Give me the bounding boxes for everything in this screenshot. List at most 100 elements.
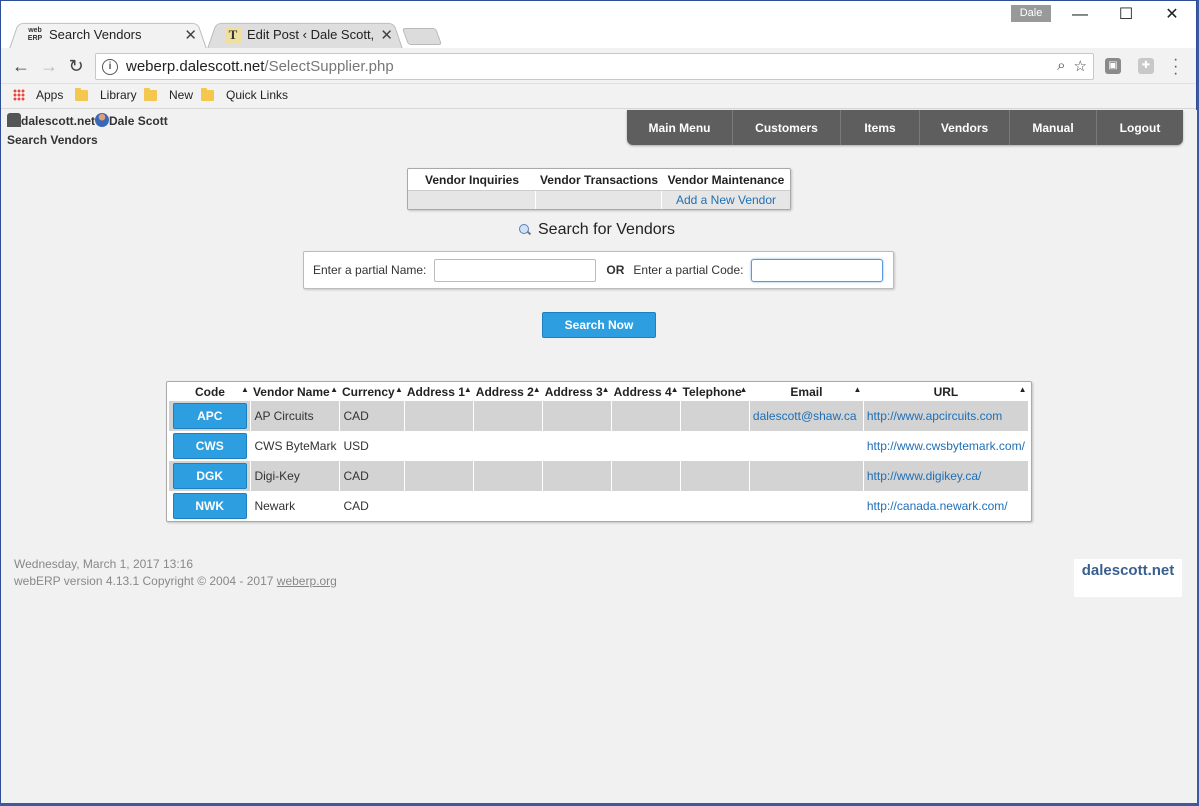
tab-title: Search Vendors <box>49 27 142 42</box>
vendor-url-link[interactable]: http://www.digikey.ca/ <box>867 469 982 483</box>
nav-items[interactable]: Items <box>841 110 920 145</box>
footer-version: webERP version 4.13.1 Copyright © 2004 -… <box>14 574 337 588</box>
vendor-url-link[interactable]: http://www.apcircuits.com <box>867 409 1002 423</box>
bookmark-quick-links[interactable]: Quick Links <box>201 87 289 102</box>
search-title-text: Search for Vendors <box>538 221 675 238</box>
url-host: weberp.dalescott.net <box>126 58 265 75</box>
vendor-code-button[interactable]: APC <box>172 403 247 429</box>
search-title: Search for Vendors <box>519 221 675 239</box>
col-vendor-name[interactable]: Vendor Name ▲ <box>251 382 340 401</box>
main-nav: Main Menu Customers Items Vendors Manual… <box>627 110 1183 145</box>
bookmark-library[interactable]: Library <box>75 87 137 102</box>
bookmarks-bar: Apps Library New Quick Links <box>1 84 1196 109</box>
page-footer: Wednesday, March 1, 2017 13:16 webERP ve… <box>14 556 337 590</box>
extension-icon[interactable]: ✚ <box>1138 58 1154 74</box>
address-bar[interactable]: i weberp.dalescott.net/SelectSupplier.ph… <box>95 53 1094 80</box>
partial-name-input[interactable] <box>434 258 597 282</box>
table-row: NWK Newark CAD http://canada.newark.com/ <box>169 491 1030 521</box>
company-name[interactable]: dalescott.net <box>21 114 95 128</box>
vendor-name: AP Circuits <box>250 401 341 431</box>
submenu-header-inquiries: Vendor Inquiries <box>424 172 520 187</box>
nav-logout[interactable]: Logout <box>1097 110 1183 145</box>
maximize-icon[interactable]: ☐ <box>1103 4 1149 26</box>
info-icon[interactable]: i <box>102 58 118 75</box>
bookmark-star-icon[interactable]: ☆ <box>1074 57 1087 75</box>
col-telephone[interactable]: Telephone ▲ <box>681 382 750 401</box>
nav-customers[interactable]: Customers <box>733 110 841 145</box>
vendor-code-button[interactable]: NWK <box>172 493 247 519</box>
table-row: CWS CWS ByteMark USD http://www.cwsbytem… <box>169 431 1030 461</box>
nav-main-menu[interactable]: Main Menu <box>627 110 733 145</box>
vendor-currency: CAD <box>339 461 406 491</box>
code-label: Enter a partial Code: <box>633 263 744 277</box>
window-close-icon[interactable]: ✕ <box>1149 4 1195 26</box>
vendor-url-link[interactable]: http://canada.newark.com/ <box>867 499 1008 513</box>
bookmark-label: New <box>169 88 194 102</box>
col-code[interactable]: Code ▲ <box>169 382 251 401</box>
weberp-org-link[interactable]: weberp.org <box>277 574 337 588</box>
url-path: /SelectSupplier.php <box>264 58 394 75</box>
profile-button[interactable]: Dale <box>1011 5 1051 22</box>
vendor-code-button[interactable]: DGK <box>172 463 247 489</box>
vendor-name: Digi-Key <box>250 461 341 491</box>
nav-vendors[interactable]: Vendors <box>920 110 1010 145</box>
tab-search-vendors[interactable]: web ERP Search Vendors ✕ <box>9 20 207 49</box>
page-title: Search Vendors <box>7 133 98 147</box>
vendor-currency: CAD <box>339 491 406 521</box>
page-content: dalescott.net Dale Scott Search Vendors M… <box>1 110 1197 803</box>
table-row: DGK Digi-Key CAD http://www.digikey.ca/ <box>169 461 1030 491</box>
bookmark-label: Quick Links <box>226 88 289 102</box>
folder-icon <box>201 87 214 101</box>
user-name[interactable]: Dale Scott <box>109 114 168 128</box>
title-bar: web ERP Search Vendors ✕ T Edit Post ‹ Da… <box>1 1 1196 49</box>
company-icon <box>7 113 21 127</box>
apps-grid-icon <box>13 89 25 101</box>
vendor-results-table: Code ▲ Vendor Name ▲ Currency ▲ Address 1 ▲ … <box>166 381 1032 522</box>
vendor-code-button[interactable]: CWS <box>172 433 247 459</box>
close-icon[interactable]: ✕ <box>184 26 197 44</box>
close-icon[interactable]: ✕ <box>380 26 393 44</box>
vendor-email-link[interactable]: dalescott@shaw.ca <box>753 409 857 423</box>
typepad-favicon-icon: T <box>225 26 241 43</box>
minimize-icon[interactable]: — <box>1057 4 1103 26</box>
new-tab-button[interactable] <box>401 28 443 45</box>
brand-logo: dalescott.net <box>1074 559 1182 597</box>
vendor-name: Newark <box>250 491 341 521</box>
tab-edit-post[interactable]: T Edit Post ‹ Dale Scott, P.E ✕ <box>207 20 403 49</box>
back-arrow-icon[interactable]: ← <box>10 55 32 77</box>
weberp-favicon-icon: web ERP <box>27 26 43 42</box>
submenu-header-transactions: Vendor Transactions <box>539 172 659 187</box>
vendor-currency: CAD <box>339 401 406 431</box>
submenu-header-maintenance: Vendor Maintenance <box>667 172 785 187</box>
footer-date: Wednesday, March 1, 2017 13:16 <box>14 557 194 571</box>
bookmark-apps[interactable]: Apps <box>13 88 63 102</box>
table-header-row: Code ▲ Vendor Name ▲ Currency ▲ Address 1 ▲ … <box>169 382 1029 401</box>
col-url[interactable]: URL ▲ <box>863 382 1028 401</box>
col-address-2[interactable]: Address 2 ▲ <box>474 382 543 401</box>
search-now-button[interactable]: Search Now <box>542 312 656 338</box>
col-email[interactable]: Email ▲ <box>749 382 863 401</box>
col-address-1[interactable]: Address 1 ▲ <box>405 382 474 401</box>
extension-icon[interactable]: ▣ <box>1105 58 1121 74</box>
nav-manual[interactable]: Manual <box>1010 110 1097 145</box>
add-vendor-link[interactable]: Add a New Vendor <box>676 193 776 207</box>
vendor-url-link[interactable]: http://www.cwsbytemark.com/ <box>867 439 1025 453</box>
reload-icon[interactable]: ↻ <box>65 55 87 77</box>
user-info: dalescott.net Dale Scott Search Vendors <box>7 112 168 150</box>
menu-dots-icon[interactable]: · · · <box>1173 52 1178 82</box>
col-currency[interactable]: Currency ▲ <box>340 382 405 401</box>
bookmark-label: Apps <box>36 88 64 102</box>
partial-code-input[interactable] <box>751 258 884 282</box>
magnifier-icon <box>519 224 531 236</box>
col-address-4[interactable]: Address 4 ▲ <box>612 382 681 401</box>
vendor-submenu: Vendor Inquiries Vendor Transactions Ven… <box>407 168 791 210</box>
bookmark-new[interactable]: New <box>144 87 194 102</box>
col-address-3[interactable]: Address 3 ▲ <box>543 382 612 401</box>
search-form: Enter a partial Name: OR Enter a partial… <box>303 251 894 289</box>
vendor-name: CWS ByteMark <box>250 431 341 461</box>
bookmark-label: Library <box>100 88 137 102</box>
zoom-search-icon[interactable]: ⌕ <box>1057 57 1065 75</box>
table-row: APC AP Circuits CAD dalescott@shaw.ca ht… <box>169 401 1030 431</box>
folder-icon <box>75 87 88 101</box>
forward-arrow-icon[interactable]: → <box>38 55 60 77</box>
